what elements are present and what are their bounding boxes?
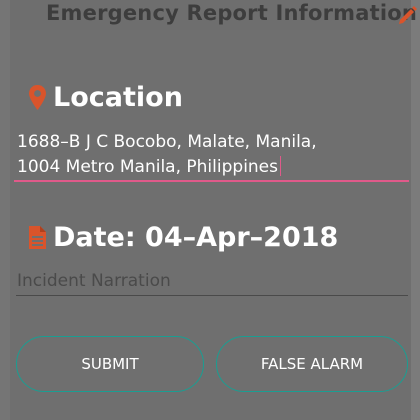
address-line-2: 1004 Metro Manila, Philippines <box>17 155 403 180</box>
text-cursor <box>280 156 282 176</box>
address-line-2-text: 1004 Metro Manila, Philippines <box>17 157 279 177</box>
location-label: Location <box>53 81 183 113</box>
address-line-1: 1688–B J C Bocobo, Malate, Manila, <box>17 132 317 152</box>
incident-narration-input[interactable] <box>16 266 408 296</box>
panel-edge <box>411 0 420 420</box>
address-underline <box>14 180 409 182</box>
date-label: Date: 04–Apr–2018 <box>53 221 339 253</box>
submit-button[interactable]: SUBMIT <box>16 336 204 392</box>
map-pin-icon <box>28 84 47 111</box>
page-title: Emergency Report Information <box>46 1 418 25</box>
address-field[interactable]: 1688–B J C Bocobo, Malate, Manila, 1004 … <box>17 130 403 180</box>
false-alarm-button[interactable]: FALSE ALARM <box>216 336 408 392</box>
document-icon <box>28 225 47 250</box>
pencil-icon[interactable] <box>396 2 418 26</box>
header-bar: Emergency Report Information <box>10 0 417 30</box>
location-heading: Location <box>28 80 183 114</box>
date-heading: Date: 04–Apr–2018 <box>28 220 338 254</box>
